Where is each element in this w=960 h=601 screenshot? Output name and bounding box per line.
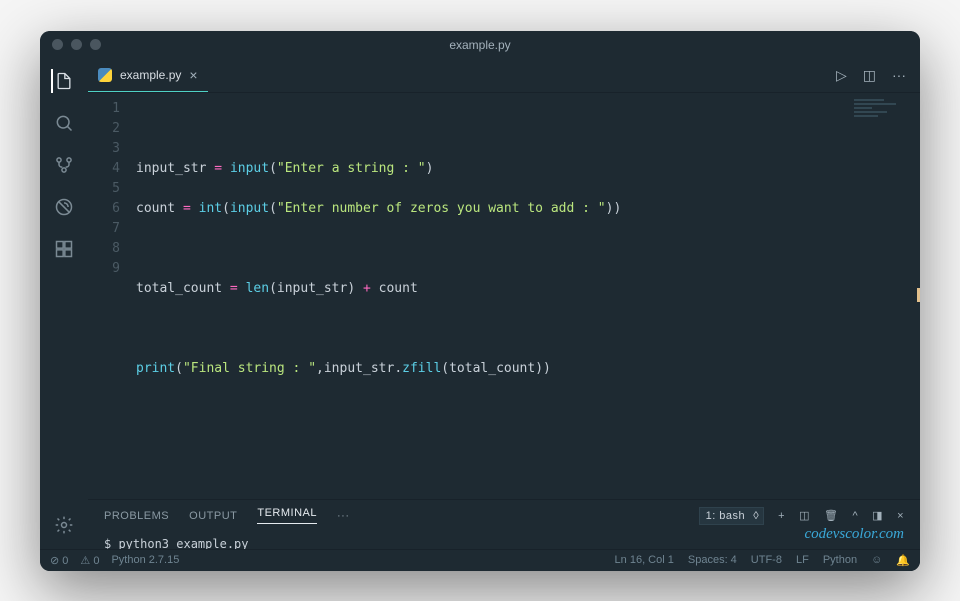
extensions-icon[interactable]	[52, 237, 76, 261]
source-control-icon[interactable]	[52, 153, 76, 177]
status-python-version[interactable]: Python 2.7.15	[111, 554, 179, 566]
new-terminal-icon[interactable]: +	[778, 510, 785, 522]
watermark: codevscolor.com	[804, 526, 904, 543]
split-editor-icon[interactable]: ◫	[863, 67, 876, 84]
status-indentation[interactable]: Spaces: 4	[688, 554, 737, 566]
debug-icon[interactable]	[52, 195, 76, 219]
run-icon[interactable]: ▷	[836, 67, 847, 84]
overview-ruler-mark	[917, 288, 920, 302]
tab-more[interactable]: ···	[337, 510, 350, 522]
window-title: example.py	[40, 38, 920, 52]
toggle-panel-icon[interactable]: ◨	[872, 509, 883, 522]
close-icon[interactable]: ×	[189, 67, 197, 83]
explorer-icon[interactable]	[51, 69, 75, 93]
tab-terminal[interactable]: TERMINAL	[257, 507, 317, 524]
search-icon[interactable]	[52, 111, 76, 135]
kill-terminal-icon[interactable]: 🗑	[824, 509, 838, 522]
more-actions-icon[interactable]: ···	[892, 67, 906, 84]
status-feedback-icon[interactable]: ☺	[871, 554, 882, 566]
status-errors[interactable]: ⊘ 0	[50, 554, 68, 567]
split-terminal-icon[interactable]: ◫	[799, 509, 810, 522]
line-numbers: 123456789	[88, 93, 130, 499]
status-cursor-position[interactable]: Ln 16, Col 1	[615, 554, 674, 566]
status-bell-icon[interactable]: 🔔	[896, 554, 910, 567]
tab-bar: example.py × ▷ ◫ ···	[88, 59, 920, 93]
activity-bar	[40, 59, 88, 549]
python-file-icon	[98, 68, 112, 82]
status-warnings[interactable]: ⚠ 0	[80, 554, 99, 567]
editor-window: example.py	[40, 31, 920, 571]
code-content[interactable]: input_str = input("Enter a string : ") c…	[130, 93, 920, 499]
close-panel-icon[interactable]: ×	[897, 510, 904, 522]
maximize-panel-icon[interactable]: ^	[852, 510, 858, 522]
settings-gear-icon[interactable]	[52, 513, 76, 537]
status-encoding[interactable]: UTF-8	[751, 554, 782, 566]
tab-filename: example.py	[120, 68, 181, 82]
tab-file[interactable]: example.py ×	[88, 58, 208, 92]
status-bar: ⊘ 0 ⚠ 0 Python 2.7.15 Ln 16, Col 1 Space…	[40, 549, 920, 571]
status-language[interactable]: Python	[823, 554, 857, 566]
minimap[interactable]	[854, 99, 914, 139]
code-editor[interactable]: 123456789 input_str = input("Enter a str…	[88, 93, 920, 499]
titlebar: example.py	[40, 31, 920, 59]
tab-output[interactable]: OUTPUT	[189, 510, 237, 522]
tab-problems[interactable]: PROBLEMS	[104, 510, 169, 522]
status-eol[interactable]: LF	[796, 554, 809, 566]
terminal-select[interactable]: 1: bash ◊	[699, 507, 765, 525]
